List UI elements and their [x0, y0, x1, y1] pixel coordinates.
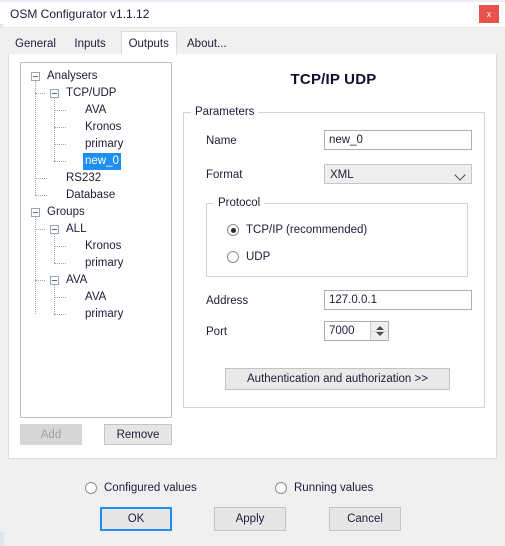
port-value: 7000 — [329, 325, 355, 337]
radio-running-values-label: Running values — [294, 482, 374, 494]
tab-page-outputs: Analysers TCP/UDP AVA Kronos primary new_0 RS2… — [8, 54, 497, 459]
tree-item-label: new_0 — [83, 153, 121, 170]
parameters-group-legend: Parameters — [191, 106, 259, 118]
window-title: OSM Configurator v1.1.12 — [10, 7, 150, 21]
tree-guide-line — [54, 98, 56, 161]
tree-item[interactable]: primary — [21, 306, 171, 323]
tab-outputs[interactable]: Outputs — [120, 31, 177, 55]
tree-item-label: AVA — [85, 291, 107, 303]
cancel-button[interactable]: Cancel — [329, 507, 401, 531]
footer: Configured values Running values — [0, 462, 505, 546]
radio-dot-icon — [227, 251, 239, 263]
authentication-authorization-button[interactable]: Authentication and authorization >> — [225, 368, 450, 390]
tree-collapse-icon[interactable] — [50, 225, 59, 234]
name-input[interactable] — [324, 130, 472, 150]
tree-guide-line — [54, 285, 56, 314]
add-button[interactable]: Add — [20, 424, 82, 445]
tab-general[interactable]: General — [8, 34, 63, 55]
tree-item[interactable]: primary — [21, 136, 171, 153]
tree-item[interactable]: Analysers — [21, 68, 171, 85]
tree-item-label: RS232 — [66, 172, 102, 184]
port-label: Port — [206, 326, 228, 338]
radio-protocol-udp-label: UDP — [246, 251, 271, 263]
tree-item-label: Analysers — [47, 70, 98, 82]
tree-guide-line — [54, 161, 66, 163]
tree-item-label: AVA — [66, 274, 88, 286]
ok-button[interactable]: OK — [100, 507, 172, 531]
parameters-group: Parameters Name Format XML Protocol TCP/… — [183, 106, 485, 408]
port-stepper-buttons[interactable] — [370, 322, 388, 340]
tree-guide-line — [35, 217, 37, 314]
port-stepper[interactable]: 7000 — [324, 321, 389, 341]
tree-item-label: Kronos — [85, 121, 122, 133]
arrow-up-icon[interactable] — [376, 326, 384, 330]
tree-item-label: Kronos — [85, 240, 122, 252]
tree-item-label: Database — [66, 189, 116, 201]
close-icon[interactable]: x — [479, 5, 499, 23]
output-tree-panel[interactable]: Analysers TCP/UDP AVA Kronos primary new_0 RS2… — [20, 62, 172, 418]
output-tree: Analysers TCP/UDP AVA Kronos primary new_0 RS2… — [21, 63, 171, 323]
radio-protocol-tcpip-label: TCP/IP (recommended) — [246, 224, 368, 236]
tree-item[interactable]: new_0 — [21, 153, 171, 170]
tree-guide-line — [54, 234, 56, 263]
remove-button[interactable]: Remove — [104, 424, 172, 445]
tree-item-label: AVA — [85, 104, 107, 116]
application-window: OSM Configurator v1.1.12 x General Inputs… — [0, 0, 505, 546]
tree-guide-line — [35, 81, 37, 195]
tree-item-label: Groups — [47, 206, 85, 218]
tree-item-label: TCP/UDP — [66, 87, 117, 99]
tree-item[interactable]: AVA — [21, 102, 171, 119]
protocol-group: Protocol TCP/IP (recommended) UDP — [206, 197, 468, 277]
arrow-down-icon[interactable] — [376, 332, 384, 336]
tree-item[interactable]: Groups — [21, 204, 171, 221]
tree-guide-line — [54, 263, 66, 265]
tree-item[interactable]: Kronos — [21, 119, 171, 136]
tree-collapse-icon[interactable] — [50, 276, 59, 285]
tree-item[interactable]: Kronos — [21, 238, 171, 255]
radio-dot-icon — [85, 482, 97, 494]
format-select-value: XML — [330, 169, 354, 181]
tab-inputs[interactable]: Inputs — [67, 34, 112, 55]
tree-collapse-icon[interactable] — [31, 208, 40, 217]
address-label: Address — [206, 295, 249, 307]
name-label: Name — [206, 135, 237, 147]
chevron-down-icon — [454, 169, 466, 181]
format-select[interactable]: XML — [324, 164, 472, 184]
tree-collapse-icon[interactable] — [50, 89, 59, 98]
tree-item-label: ALL — [66, 223, 87, 235]
title-bar: OSM Configurator v1.1.12 x — [0, 0, 505, 28]
tree-item[interactable]: primary — [21, 255, 171, 272]
tree-item-label: primary — [85, 257, 124, 269]
protocol-group-legend: Protocol — [214, 197, 265, 209]
window-corner-marker — [0, 532, 4, 546]
apply-button[interactable]: Apply — [214, 507, 286, 531]
detail-pane: TCP/IP UDP Parameters Name Format XML Pr… — [181, 62, 486, 418]
address-input[interactable] — [324, 290, 472, 310]
title-accent-line — [0, 0, 505, 2]
tree-item-label: primary — [85, 308, 124, 320]
tab-about[interactable]: About... — [180, 34, 234, 55]
radio-configured-values-label: Configured values — [104, 482, 197, 494]
format-label: Format — [206, 169, 243, 181]
tree-item[interactable]: AVA — [21, 289, 171, 306]
tree-collapse-icon[interactable] — [31, 72, 40, 81]
tree-guide-line — [35, 195, 47, 197]
page-title: TCP/IP UDP — [290, 71, 377, 88]
tab-strip: General Inputs Outputs About... — [0, 28, 505, 55]
tree-item-label: primary — [85, 138, 124, 150]
radio-dot-icon — [275, 482, 287, 494]
tree-guide-line — [54, 314, 66, 316]
radio-dot-icon — [227, 224, 239, 236]
